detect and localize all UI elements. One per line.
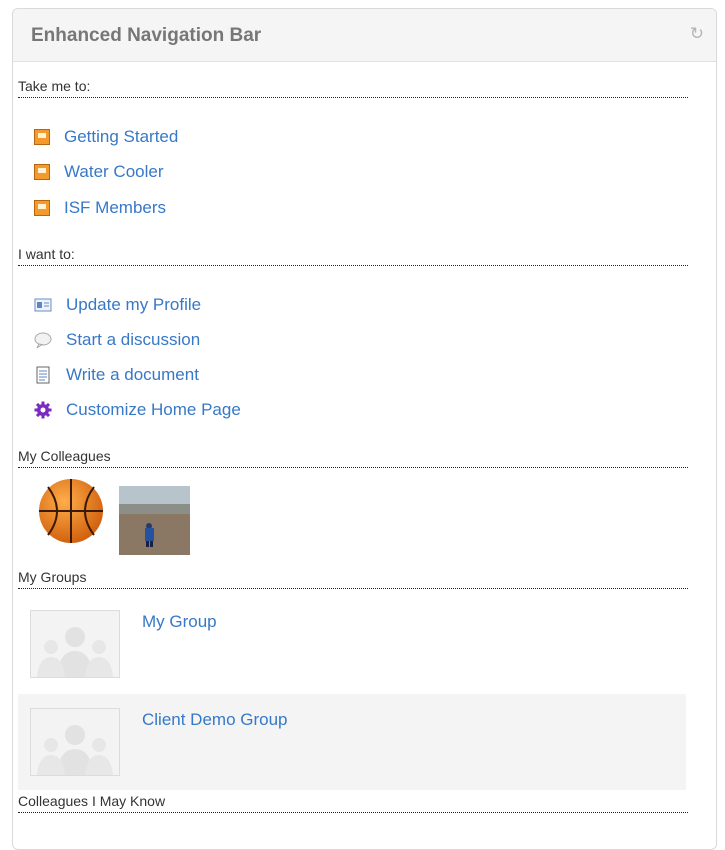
section-my-groups: My Groups — [18, 569, 688, 589]
section-take-me-to: Take me to: — [18, 78, 688, 98]
place-icon — [34, 129, 50, 145]
link-water-cooler[interactable]: Water Cooler — [34, 160, 164, 184]
section-i-want-to: I want to: — [18, 246, 688, 266]
place-icon — [34, 200, 50, 216]
gear-icon — [34, 401, 52, 419]
link-isf-members[interactable]: ISF Members — [34, 196, 166, 220]
people-icon — [37, 627, 113, 677]
profile-card-icon — [34, 298, 52, 312]
link-label: Getting Started — [64, 127, 179, 146]
link-start-discussion[interactable]: Start a discussion — [34, 328, 200, 352]
group-row: Client Demo Group — [18, 694, 686, 790]
people-icon — [37, 725, 113, 775]
place-icon — [34, 164, 50, 180]
colleague-avatar-beach-photo[interactable] — [119, 486, 190, 555]
widget-header: Enhanced Navigation Bar ↻ — [13, 9, 716, 62]
link-getting-started[interactable]: Getting Started — [34, 125, 178, 149]
section-colleagues-may-know: Colleagues I May Know — [18, 793, 688, 813]
group-link-client-demo[interactable]: Client Demo Group — [142, 710, 288, 730]
link-update-profile[interactable]: Update my Profile — [34, 293, 201, 317]
widget-title: Enhanced Navigation Bar — [31, 25, 262, 46]
link-label: Start a discussion — [66, 330, 201, 349]
section-my-colleagues: My Colleagues — [18, 448, 688, 468]
colleague-avatar-basketball[interactable] — [36, 475, 106, 545]
link-label: ISF Members — [64, 198, 167, 217]
link-label: Update my Profile — [66, 295, 202, 314]
link-customize-home[interactable]: Customize Home Page — [34, 398, 241, 422]
group-row: My Group — [18, 596, 686, 692]
link-write-document[interactable]: Write a document — [34, 363, 199, 387]
speech-bubble-icon — [34, 332, 52, 349]
refresh-icon[interactable]: ↻ — [690, 24, 704, 44]
link-label: Water Cooler — [64, 162, 164, 181]
group-avatar-placeholder[interactable] — [30, 610, 120, 678]
group-link-my-group[interactable]: My Group — [142, 612, 217, 632]
document-icon — [36, 366, 50, 384]
group-avatar-placeholder[interactable] — [30, 708, 120, 776]
link-label: Write a document — [66, 365, 199, 384]
link-label: Customize Home Page — [66, 400, 241, 419]
